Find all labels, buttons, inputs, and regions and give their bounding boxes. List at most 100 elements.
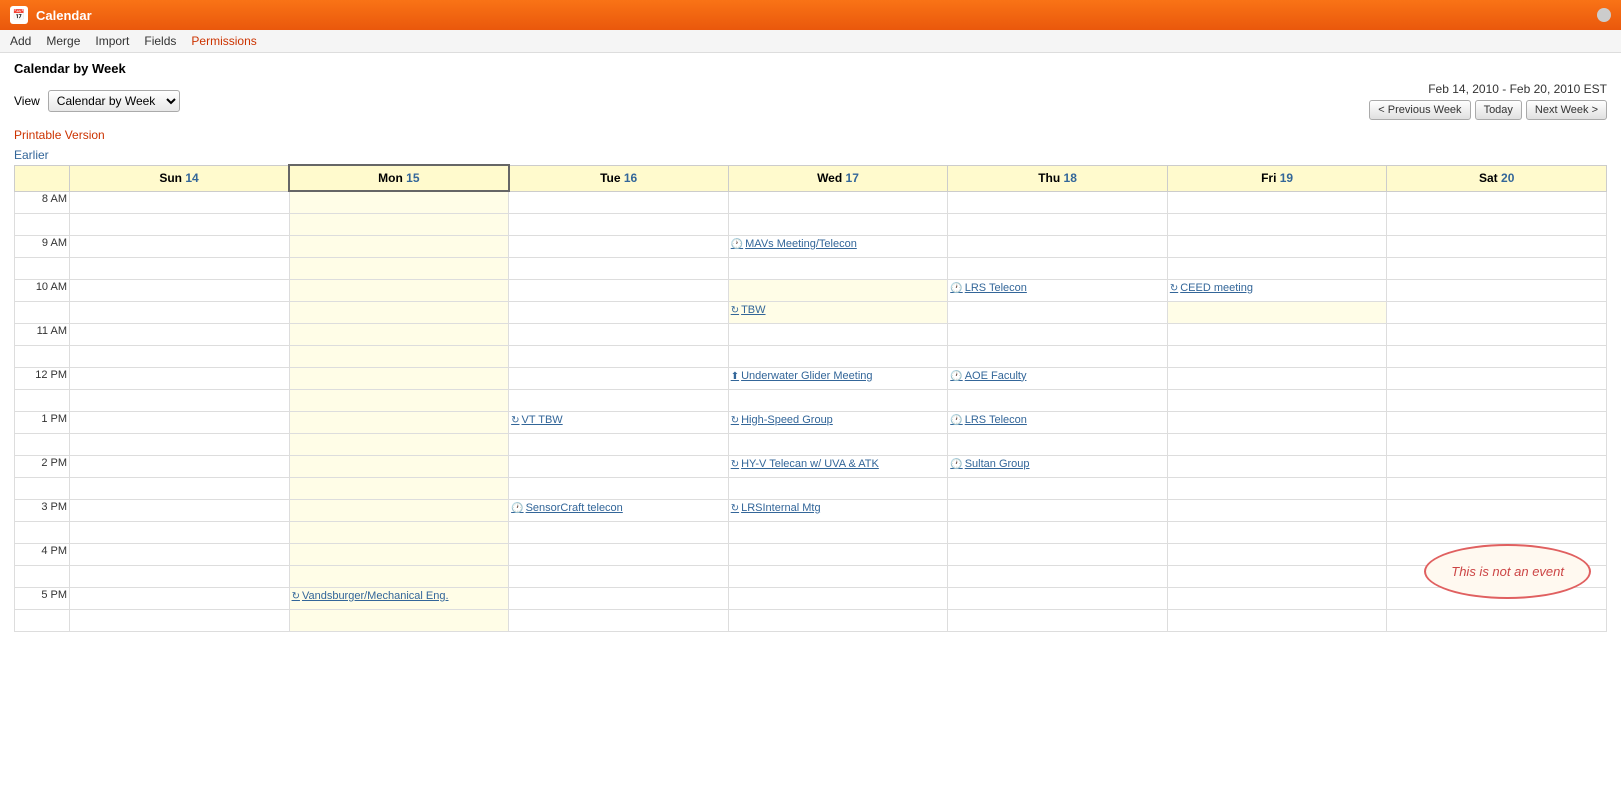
thu-10am[interactable]: 🕐LRS Telecon	[948, 279, 1168, 301]
mon-9am[interactable]	[289, 235, 509, 257]
mon-1-30[interactable]	[289, 433, 509, 455]
menu-import[interactable]: Import	[95, 34, 129, 48]
sun-4pm[interactable]	[70, 543, 290, 565]
sat-9am[interactable]	[1387, 235, 1607, 257]
aoe-faculty-event[interactable]: 🕐AOE Faculty	[950, 369, 1165, 383]
mon-3-30[interactable]	[289, 521, 509, 543]
mon-1pm[interactable]	[289, 411, 509, 433]
thu-2-30[interactable]	[948, 477, 1168, 499]
fri-4pm[interactable]	[1167, 543, 1387, 565]
sat-12pm[interactable]	[1387, 367, 1607, 389]
wed-5pm[interactable]	[728, 587, 948, 609]
fri-11am[interactable]	[1167, 323, 1387, 345]
wed-4-30[interactable]	[728, 565, 948, 587]
wed-8-30[interactable]	[728, 213, 948, 235]
sat-12-30[interactable]	[1387, 389, 1607, 411]
sat-10-30[interactable]	[1387, 301, 1607, 323]
sultan-group-event[interactable]: 🕐Sultan Group	[950, 457, 1165, 471]
tue-8am[interactable]	[509, 191, 729, 213]
wed-9-30[interactable]	[728, 257, 948, 279]
wed-11-30[interactable]	[728, 345, 948, 367]
tue-1-30[interactable]	[509, 433, 729, 455]
tue-8-30[interactable]	[509, 213, 729, 235]
lrs-telecon-2-event[interactable]: 🕐LRS Telecon	[950, 413, 1165, 427]
mon-9-30[interactable]	[289, 257, 509, 279]
sun-5-30[interactable]	[70, 609, 290, 631]
fri-3pm[interactable]	[1167, 499, 1387, 521]
mon-12-30[interactable]	[289, 389, 509, 411]
fri-3-30[interactable]	[1167, 521, 1387, 543]
sat-link[interactable]: 20	[1501, 171, 1514, 185]
sun-12-30[interactable]	[70, 389, 290, 411]
sun-9-30[interactable]	[70, 257, 290, 279]
fri-2-30[interactable]	[1167, 477, 1387, 499]
wed-3pm[interactable]: ↻LRSInternal Mtg	[728, 499, 948, 521]
sat-9-30[interactable]	[1387, 257, 1607, 279]
mon-10-30[interactable]	[289, 301, 509, 323]
fri-4-30[interactable]	[1167, 565, 1387, 587]
lrs-telecon-event[interactable]: 🕐LRS Telecon	[950, 281, 1165, 295]
today-button[interactable]: Today	[1475, 100, 1522, 120]
wed-link[interactable]: 17	[846, 171, 859, 185]
sun-10-30[interactable]	[70, 301, 290, 323]
tbw-event[interactable]: ↻TBW	[731, 303, 946, 317]
wed-12-30[interactable]	[728, 389, 948, 411]
menu-merge[interactable]: Merge	[46, 34, 80, 48]
sun-2pm[interactable]	[70, 455, 290, 477]
wed-12pm[interactable]: ⬆Underwater Glider Meeting	[728, 367, 948, 389]
thu-9am[interactable]	[948, 235, 1168, 257]
mon-5-30[interactable]	[289, 609, 509, 631]
sun-8-30[interactable]	[70, 213, 290, 235]
sat-3pm[interactable]	[1387, 499, 1607, 521]
view-select[interactable]: Calendar by Week Calendar by Month Calen…	[48, 90, 180, 112]
sun-11am[interactable]	[70, 323, 290, 345]
thu-5pm[interactable]	[948, 587, 1168, 609]
fri-1-30[interactable]	[1167, 433, 1387, 455]
sat-8-30[interactable]	[1387, 213, 1607, 235]
thu-10-30[interactable]	[948, 301, 1168, 323]
sun-link[interactable]: 14	[185, 171, 198, 185]
thu-2pm[interactable]: 🕐Sultan Group	[948, 455, 1168, 477]
tue-1pm[interactable]: ↻VT TBW	[509, 411, 729, 433]
high-speed-group-event[interactable]: ↻High-Speed Group	[731, 413, 946, 427]
fri-9-30[interactable]	[1167, 257, 1387, 279]
sat-11am[interactable]	[1387, 323, 1607, 345]
earlier-link[interactable]: Earlier	[0, 146, 1621, 164]
vt-tbw-event[interactable]: ↻VT TBW	[511, 413, 726, 427]
lrs-internal-event[interactable]: ↻LRSInternal Mtg	[731, 501, 946, 515]
underwater-glider-event[interactable]: ⬆Underwater Glider Meeting	[731, 369, 946, 383]
fri-9am[interactable]	[1167, 235, 1387, 257]
fri-5pm[interactable]	[1167, 587, 1387, 609]
tue-5-30[interactable]	[509, 609, 729, 631]
thu-link[interactable]: 18	[1064, 171, 1077, 185]
thu-3pm[interactable]	[948, 499, 1168, 521]
menu-fields[interactable]: Fields	[144, 34, 176, 48]
thu-1pm[interactable]: 🕐LRS Telecon	[948, 411, 1168, 433]
sat-2-30[interactable]	[1387, 477, 1607, 499]
sun-1pm[interactable]	[70, 411, 290, 433]
wed-9am[interactable]: 🕐MAVs Meeting/Telecon	[728, 235, 948, 257]
mon-11-30[interactable]	[289, 345, 509, 367]
mon-5pm[interactable]: ↻Vandsburger/Mechanical Eng.	[289, 587, 509, 609]
menu-permissions[interactable]: Permissions	[191, 34, 256, 48]
prev-week-button[interactable]: < Previous Week	[1369, 100, 1470, 120]
vandsburger-event[interactable]: ↻Vandsburger/Mechanical Eng.	[292, 589, 507, 603]
sat-5-30[interactable]	[1387, 609, 1607, 631]
thu-5-30[interactable]	[948, 609, 1168, 631]
tue-3-30[interactable]	[509, 521, 729, 543]
thu-8-30[interactable]	[948, 213, 1168, 235]
tue-11am[interactable]	[509, 323, 729, 345]
sat-8am[interactable]	[1387, 191, 1607, 213]
sat-11-30[interactable]	[1387, 345, 1607, 367]
mon-2-30[interactable]	[289, 477, 509, 499]
sun-3pm[interactable]	[70, 499, 290, 521]
mon-12pm[interactable]	[289, 367, 509, 389]
thu-11am[interactable]	[948, 323, 1168, 345]
wed-11am[interactable]	[728, 323, 948, 345]
tue-9-30[interactable]	[509, 257, 729, 279]
sat-2pm[interactable]	[1387, 455, 1607, 477]
wed-1-30[interactable]	[728, 433, 948, 455]
hy-v-telecan-event[interactable]: ↻HY-V Telecan w/ UVA & ATK	[731, 457, 946, 471]
tue-4-30[interactable]	[509, 565, 729, 587]
thu-4pm[interactable]	[948, 543, 1168, 565]
